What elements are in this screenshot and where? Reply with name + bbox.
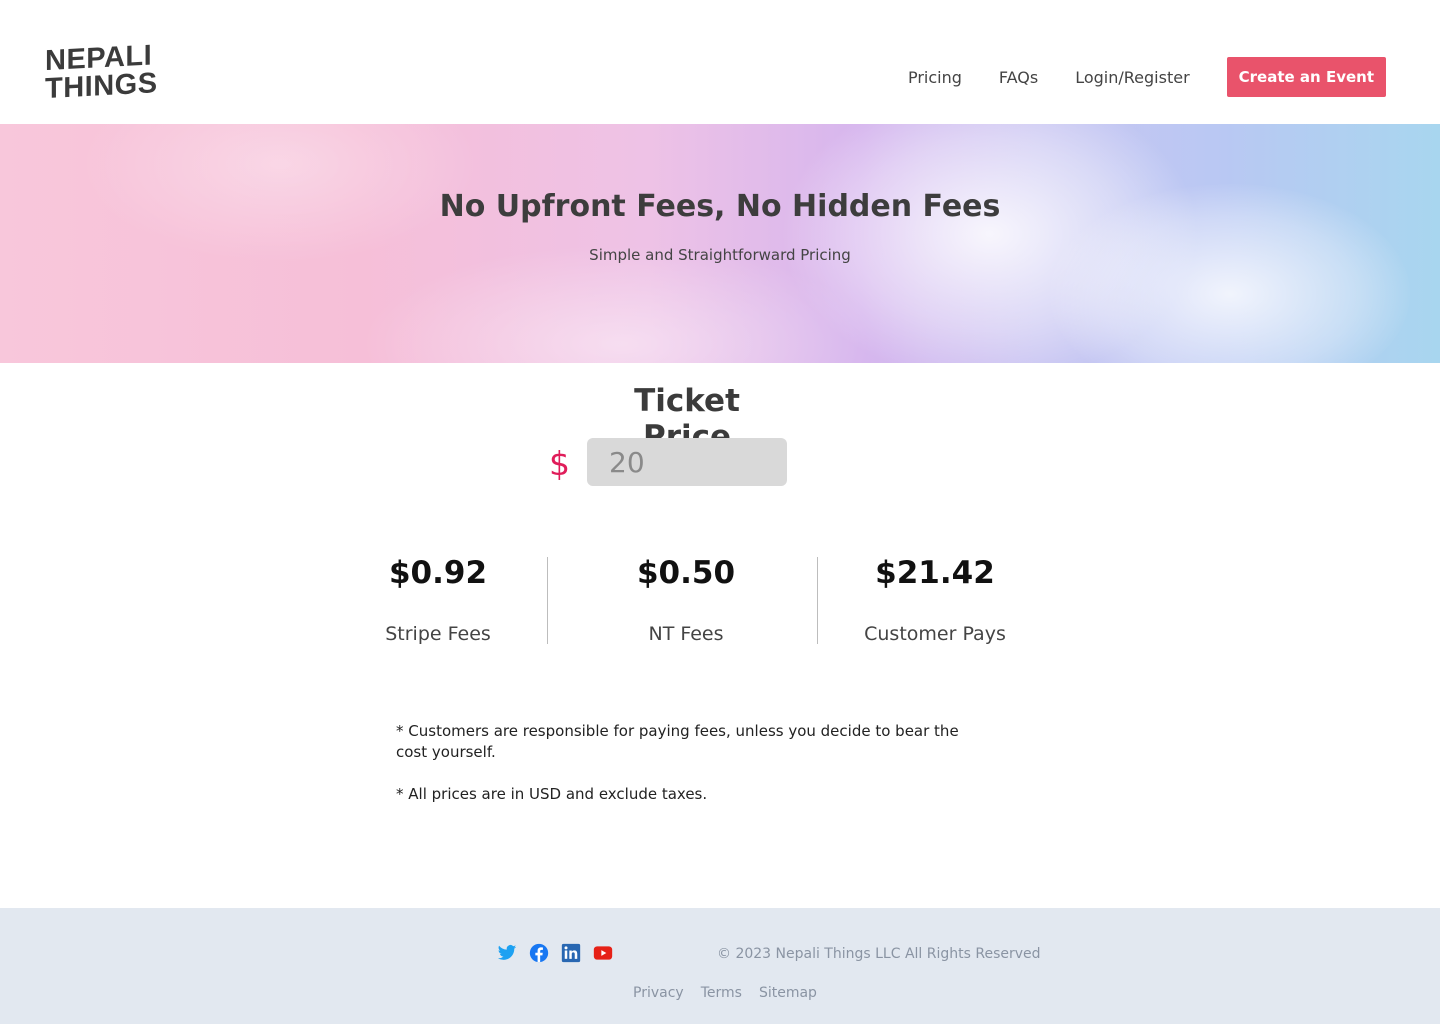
facebook-icon[interactable] [529,943,549,963]
copyright-text: © 2023 Nepali Things LLC All Rights Rese… [717,946,1041,962]
fee-amount: $0.50 [636,555,736,591]
ticket-price-input[interactable] [587,438,787,486]
currency-symbol: $ [549,444,570,483]
twitter-icon[interactable] [497,943,517,963]
nav-pricing[interactable]: Pricing [908,68,962,87]
note-usd: * All prices are in USD and exclude taxe… [396,785,708,803]
nav-faqs[interactable]: FAQs [999,68,1038,87]
youtube-icon[interactable] [593,943,613,963]
hero-banner: No Upfront Fees, No Hidden Fees Simple a… [0,124,1440,363]
social-links [497,943,625,963]
create-event-button[interactable]: Create an Event [1226,57,1386,97]
divider [817,557,818,644]
fee-customer-pays: $21.42 Customer Pays [855,555,1015,645]
footer-link-privacy[interactable]: Privacy [633,985,684,1001]
hero-title: No Upfront Fees, No Hidden Fees [439,189,1001,224]
fee-label: NT Fees [648,623,724,645]
footer-links: Privacy Terms Sitemap [633,985,834,1001]
site-header: NEPALI THINGS Pricing FAQs Login/Registe… [0,0,1440,124]
main-nav: Pricing FAQs Login/Register Create an Ev… [908,57,1386,97]
hero-subtitle: Simple and Straightforward Pricing [589,246,851,264]
linkedin-icon[interactable] [561,943,581,963]
divider [547,557,548,644]
brand-logo[interactable]: NEPALI THINGS [45,40,165,106]
fee-amount: $21.42 [875,555,995,591]
fee-label: Stripe Fees [385,623,491,645]
footer-link-sitemap[interactable]: Sitemap [759,985,817,1001]
note-fees: * Customers are responsible for paying f… [396,722,959,761]
brand-logo-line2: THINGS [45,67,158,106]
footer-link-terms[interactable]: Terms [701,985,742,1001]
site-footer: © 2023 Nepali Things LLC All Rights Rese… [0,908,1440,1024]
pricing-notes: * Customers are responsible for paying f… [396,721,976,805]
fee-nt: $0.50 NT Fees [606,555,766,645]
fee-stripe: $0.92 Stripe Fees [358,555,518,645]
fee-label: Customer Pays [864,623,1006,645]
nav-login-register[interactable]: Login/Register [1075,68,1189,87]
fee-amount: $0.92 [388,555,488,591]
